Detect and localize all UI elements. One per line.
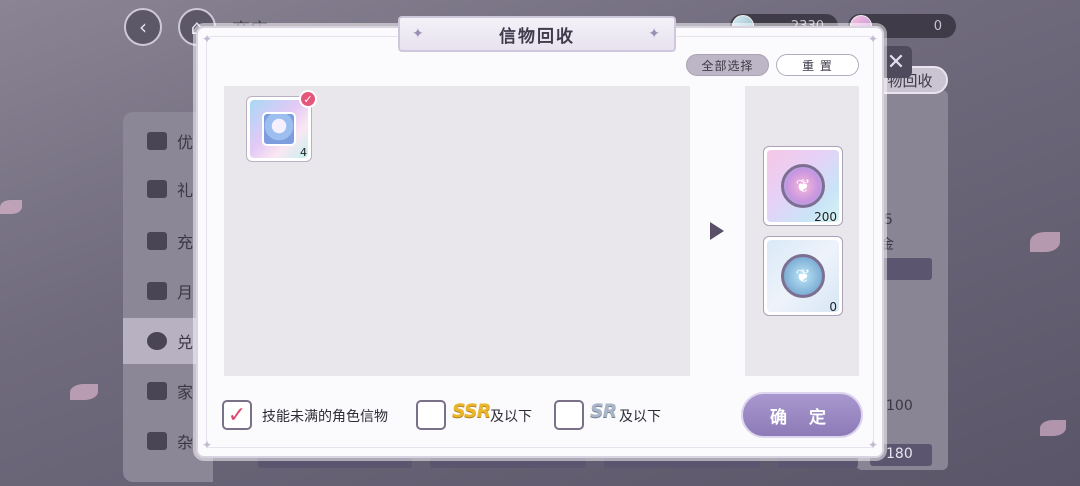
select-all-button[interactable]: 全部选择: [686, 54, 769, 76]
sparkle-icon: ✦: [412, 26, 426, 42]
skill-not-max-checkbox[interactable]: ✓: [222, 400, 252, 430]
shop-text: 5: [884, 212, 893, 228]
token-count: 4: [300, 146, 307, 159]
arrow-right-icon: [710, 222, 724, 240]
sparkle-icon: ✦: [867, 438, 878, 452]
thumb-icon: [147, 132, 167, 150]
butterfly-coin-icon: ❦: [781, 164, 825, 208]
petal-decoration: [1040, 420, 1066, 436]
dialog-title: ✦ 信物回收 ✦: [398, 16, 676, 52]
petal-decoration: [70, 384, 98, 400]
skill-not-max-label: 技能未满的角色信物: [262, 409, 388, 425]
reward-item[interactable]: ❦ 0: [763, 236, 843, 316]
side-menu-label: 月: [177, 283, 194, 302]
ssr-filter-checkbox[interactable]: [416, 400, 446, 430]
sr-filter-checkbox[interactable]: [554, 400, 584, 430]
reward-art: ❦: [767, 240, 839, 312]
ssr-rarity-badge: SSR: [452, 400, 491, 422]
exchange-icon: [147, 332, 167, 350]
reward-item[interactable]: ❦ 200: [763, 146, 843, 226]
bag-icon: [147, 432, 167, 450]
reward-area: [745, 86, 859, 376]
reset-button[interactable]: 重 置: [776, 54, 859, 76]
petal-decoration: [0, 200, 22, 214]
shop-text: 100: [886, 398, 913, 414]
back-button[interactable]: ‹: [124, 8, 162, 46]
sr-filter-label: 及以下: [619, 409, 661, 425]
side-menu-label: 家: [177, 383, 194, 402]
dialog-title-text: 信物回收: [499, 26, 575, 47]
confirm-button[interactable]: 确 定: [741, 392, 863, 438]
back-arrow-icon: ‹: [139, 15, 147, 39]
checkmark-icon: ✓: [227, 402, 247, 428]
reward-count: 0: [829, 300, 837, 314]
close-icon: ✕: [886, 49, 906, 75]
sparkle-icon: ✦: [202, 438, 213, 452]
sr-rarity-badge: SR: [590, 400, 617, 422]
ssr-filter-label: 及以下: [490, 409, 532, 425]
butterfly-coin-icon: ❦: [781, 254, 825, 298]
close-button[interactable]: ✕: [880, 46, 912, 78]
shop-text: 180: [886, 446, 913, 462]
token-recycle-dialog: ✦ ✦ ✦ ✦ ✦ 信物回收 ✦ 全部选择 重 置 4 ✓ ❦ 200 ❦ 0 …: [196, 16, 884, 458]
selected-check-badge: ✓: [299, 90, 317, 108]
resource-value: 0: [933, 18, 942, 34]
sparkle-icon: ✦: [648, 26, 662, 42]
side-menu-label: 充: [177, 233, 194, 252]
vip-icon: [147, 282, 167, 300]
petal-decoration: [1030, 232, 1060, 252]
checkmark-icon: ✓: [303, 92, 313, 106]
side-menu-label: 优: [177, 133, 194, 152]
side-menu-label: 礼: [177, 181, 194, 200]
diamond-icon: [147, 232, 167, 250]
sparkle-icon: ✦: [867, 32, 878, 46]
sofa-icon: [147, 382, 167, 400]
sparkle-icon: ✦: [202, 32, 213, 46]
character-portrait-icon: [262, 112, 296, 146]
side-menu-label: 兑: [177, 333, 194, 352]
side-menu-label: 杂: [177, 433, 194, 452]
reward-count: 200: [814, 210, 837, 224]
gift-icon: [147, 180, 167, 198]
